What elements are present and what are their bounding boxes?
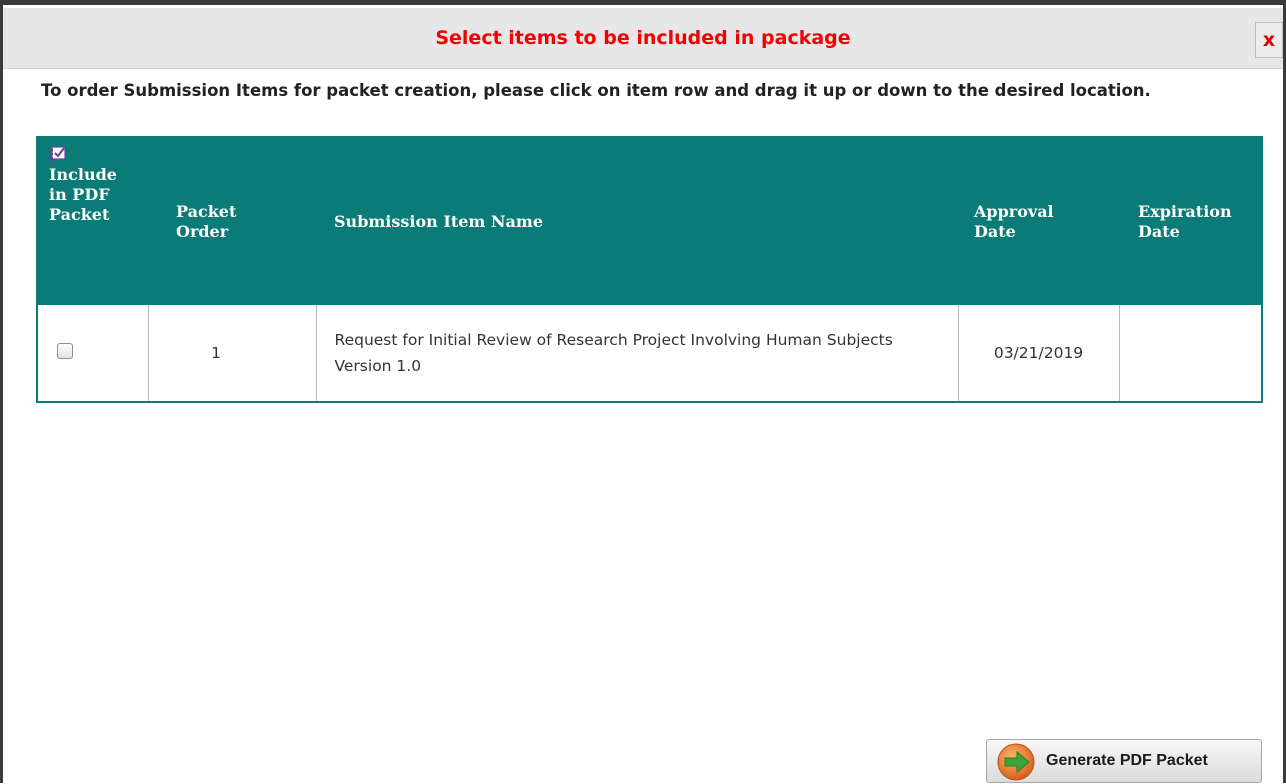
dialog-title: Select items to be included in package: [435, 27, 851, 49]
close-button[interactable]: x: [1255, 22, 1283, 58]
submission-items-table: Include in PDF Packet Packet Order Submi…: [36, 136, 1263, 403]
include-checkbox-cell: [37, 305, 148, 402]
select-items-dialog: Select items to be included in package x…: [0, 0, 1286, 783]
header-order-label: Packet Order: [176, 201, 237, 241]
header-expiration-date: Expiration Date: [1119, 137, 1262, 305]
include-checkbox[interactable]: [57, 343, 73, 359]
header-include-label: Include in PDF Packet: [49, 165, 117, 224]
header-include-in-pdf-packet: Include in PDF Packet: [37, 137, 148, 305]
dialog-title-bar: Select items to be included in package x: [3, 8, 1283, 69]
packet-order-cell: 1: [147, 305, 316, 402]
header-approval-date: Approval Date: [958, 137, 1119, 305]
generate-pdf-packet-button[interactable]: Generate PDF Packet: [986, 739, 1262, 783]
table-row[interactable]: 1 Request for Initial Review of Research…: [37, 305, 1262, 402]
header-approval-label: Approval Date: [974, 201, 1054, 241]
header-submission-item-name: Submission Item Name: [316, 137, 958, 305]
generate-button-label: Generate PDF Packet: [1046, 752, 1208, 769]
table-header-row: Include in PDF Packet Packet Order Submi…: [37, 137, 1262, 305]
submission-item-name-cell: Request for Initial Review of Research P…: [315, 305, 958, 402]
select-all-checkbox-icon[interactable]: [49, 146, 66, 163]
expiration-date-cell: [1118, 305, 1262, 402]
instructions-text: To order Submission Items for packet cre…: [41, 81, 1151, 100]
header-expiration-label: Expiration Date: [1138, 201, 1232, 241]
header-packet-order: Packet Order: [148, 137, 316, 305]
approval-date-cell: 03/21/2019: [957, 305, 1119, 402]
arrow-right-circle-icon: [997, 743, 1035, 781]
